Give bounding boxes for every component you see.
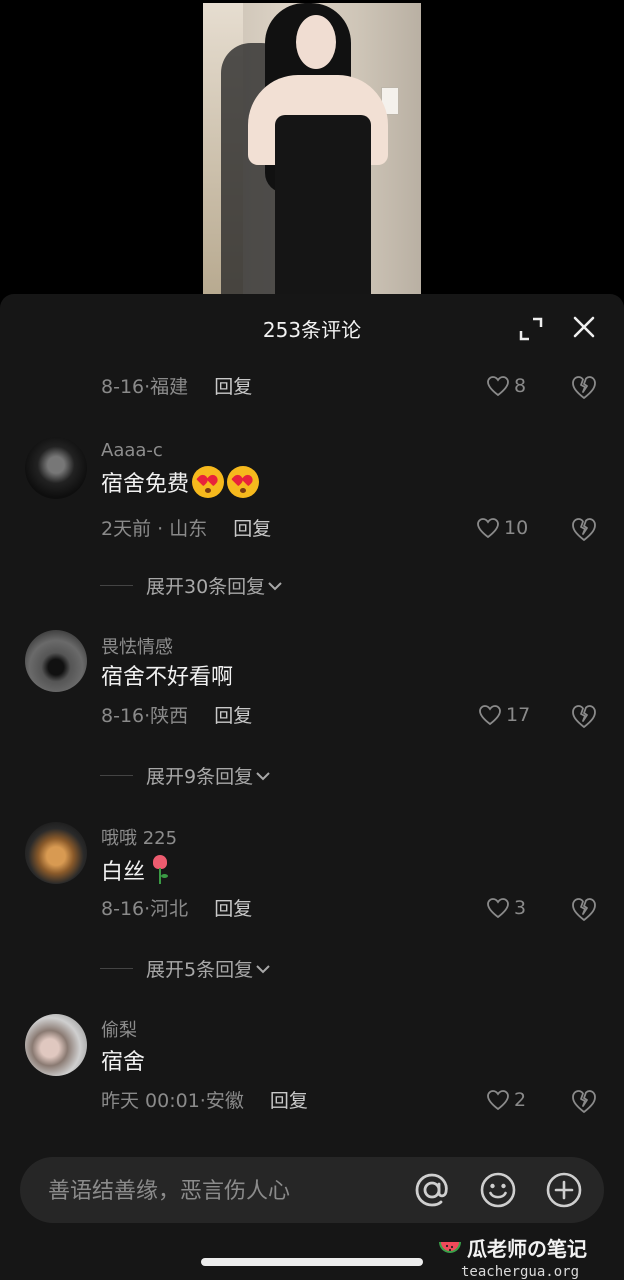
comment-meta: 8-16·陕西 回复	[101, 705, 253, 727]
avatar[interactable]	[25, 630, 87, 692]
comment-location: 山东	[169, 518, 208, 540]
emoji-icon[interactable]	[478, 1170, 518, 1210]
comment-meta: 2天前 · 山东 回复	[101, 518, 272, 540]
comment-sheet: 253条评论 8-16·福建 回复 8 Aaaa-c 宿舍免费 2天前 · 山东回…	[0, 294, 624, 1280]
like-button[interactable]: 8	[486, 371, 526, 401]
expand-replies-button[interactable]: 展开5条回复	[100, 955, 273, 982]
like-button[interactable]: 3	[486, 893, 526, 923]
reply-button[interactable]: 回复	[270, 1090, 308, 1112]
heart-icon	[477, 518, 499, 539]
like-button[interactable]: 10	[476, 513, 528, 543]
rose-emoji-icon	[151, 855, 169, 885]
comment-username[interactable]: Aaaa-c	[101, 440, 163, 461]
chevron-down-icon	[256, 771, 270, 780]
comment-text-value: 宿舍	[101, 1050, 146, 1075]
expand-divider	[100, 775, 133, 776]
video-area[interactable]	[0, 0, 624, 300]
heart-icon	[479, 705, 501, 726]
heart-icon	[487, 376, 509, 397]
comment-time: 8-16	[101, 376, 145, 398]
comment-text-value: 宿舍不好看啊	[101, 665, 234, 690]
comment-text: 宿舍不好看啊	[101, 659, 233, 691]
reply-button[interactable]: 回复	[214, 898, 252, 920]
watermark-title: 瓜老师の笔记	[437, 1233, 617, 1262]
chevron-down-icon	[268, 581, 282, 590]
like-count: 8	[514, 375, 527, 397]
like-count: 10	[504, 517, 529, 539]
expand-divider	[100, 968, 133, 969]
comment-time: 8-16	[101, 898, 145, 920]
like-button[interactable]: 2	[486, 1085, 526, 1115]
comment-location: 福建	[150, 376, 189, 398]
like-button[interactable]: 17	[478, 700, 530, 730]
comment-location: 陕西	[150, 705, 189, 727]
comment-text-value: 白丝	[101, 860, 146, 885]
watermark-title-text: 瓜老师の笔记	[467, 1237, 587, 1261]
expand-replies-label: 展开30条回复	[146, 576, 266, 598]
comment-username[interactable]: 偷梨	[101, 1016, 137, 1042]
home-indicator[interactable]	[201, 1258, 423, 1266]
heart-icon	[487, 898, 509, 919]
comment-text: 白丝	[101, 854, 169, 886]
comment-time: 昨天 00:01	[101, 1090, 200, 1112]
close-icon[interactable]	[569, 312, 599, 342]
comment-text: 宿舍	[101, 1044, 145, 1076]
comment-text: 宿舍免费	[101, 466, 260, 498]
like-count: 3	[514, 897, 527, 919]
dislike-icon[interactable]	[570, 515, 598, 543]
comment-username[interactable]: 畏怯情感	[101, 633, 173, 659]
comment-location: 河北	[150, 898, 189, 920]
avatar[interactable]	[25, 822, 87, 884]
comment-time: 8-16	[101, 705, 145, 727]
comment-meta: 8-16·福建 回复	[101, 376, 253, 398]
watermelon-icon	[439, 1241, 461, 1253]
expand-replies-label: 展开9条回复	[146, 766, 254, 788]
reply-button[interactable]: 回复	[214, 376, 252, 398]
comment-meta: 8-16·河北 回复	[101, 898, 253, 920]
comment-input[interactable]	[46, 1157, 400, 1225]
comment-input-bar	[20, 1157, 604, 1225]
expand-replies-button[interactable]: 展开30条回复	[100, 572, 285, 599]
expand-icon[interactable]	[516, 314, 546, 344]
comment-location: 安徽	[205, 1090, 244, 1112]
figure-dress	[275, 115, 371, 300]
like-count: 2	[514, 1089, 527, 1111]
dislike-icon[interactable]	[570, 1087, 598, 1115]
comment-username[interactable]: 哦哦 225	[101, 824, 177, 850]
heart-icon	[487, 1090, 509, 1111]
chevron-down-icon	[256, 964, 270, 973]
heart-eyes-emoji-icon	[192, 466, 225, 498]
expand-replies-label: 展开5条回复	[146, 959, 254, 981]
dislike-icon[interactable]	[570, 373, 598, 401]
at-icon[interactable]	[412, 1170, 452, 1210]
avatar[interactable]	[25, 1014, 87, 1076]
like-count: 17	[506, 704, 531, 726]
dislike-icon[interactable]	[570, 702, 598, 730]
avatar[interactable]	[25, 437, 87, 499]
heart-eyes-emoji-icon	[227, 466, 260, 498]
comment-time: 2天前	[101, 518, 152, 540]
comment-text-value: 宿舍免费	[101, 472, 190, 497]
reply-button[interactable]: 回复	[214, 705, 252, 727]
plus-circle-icon[interactable]	[544, 1170, 584, 1210]
dislike-icon[interactable]	[570, 895, 598, 923]
reply-button[interactable]: 回复	[233, 518, 271, 540]
watermark: 瓜老师の笔记 teachergua.org	[437, 1233, 617, 1280]
video-thumbnail[interactable]	[203, 3, 421, 300]
watermark-url: teachergua.org	[461, 1264, 580, 1280]
figure-face	[296, 15, 336, 69]
comment-meta: 昨天 00:01·安徽 回复	[101, 1090, 308, 1112]
expand-divider	[100, 585, 133, 586]
expand-replies-button[interactable]: 展开9条回复	[100, 762, 273, 789]
